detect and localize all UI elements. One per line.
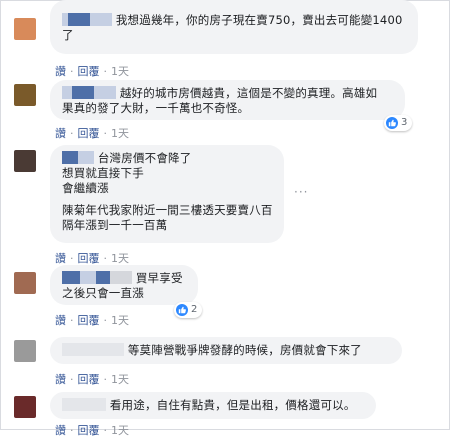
comment-text: 之後只會一直漲 [62,286,144,300]
redacted-name [62,271,80,284]
comment-text: 會繼續漲 [62,181,109,195]
redacted-name [90,13,112,26]
comment-actions: 讚 · 回覆 · 1天 [55,65,129,78]
redacted-name [62,151,78,164]
like-link[interactable]: 讚 [55,373,66,386]
redacted-name [110,271,132,284]
reply-link[interactable]: 回覆 [78,252,100,265]
avatar[interactable] [14,396,36,418]
comment-text: 買早享受 [62,271,186,286]
comment-text: 看用途，自住有點貴，但是出租，價格還可以。 [62,398,364,413]
comment-bubble: 我想過幾年，你的房子現在賣750，賣出去可能變1400 了 [50,0,418,54]
like-reaction-icon [386,117,398,129]
redacted-name [72,86,94,99]
comment-text: 果真的發了大財，一千萬也不奇怪。 [62,101,250,115]
comment-text: 我想過幾年，你的房子現在賣750，賣出去可能變1400 [62,13,406,28]
redacted-name [62,86,72,99]
comment-actions: 讚 · 回覆 · 1天 [55,252,129,265]
comment-text: 想買就直接下手 [62,166,144,180]
redacted-name [80,271,96,284]
comment-text: 陳菊年代我家附近一間三樓透天要賣八百 [62,203,273,217]
comment-text: 等莫陣營戰爭牌發酵的時候，房價就會下來了 [62,343,390,358]
comment-time[interactable]: 1天 [111,127,129,140]
more-options-icon[interactable]: ··· [294,185,308,199]
comment-bubble: 越好的城市房價越貴，這個是不變的真理。高雄如 果真的發了大財，一千萬也不奇怪。 [50,80,405,120]
comment-text: 隔年漲到一千一百萬 [62,218,168,232]
comment-time[interactable]: 1天 [111,424,129,437]
like-link[interactable]: 讚 [55,424,66,437]
comment-text: 台灣房價不會降了 [62,151,272,166]
reply-link[interactable]: 回覆 [78,424,100,437]
like-reaction-icon [176,304,188,316]
redacted-name [78,151,94,164]
comment-bubble: 台灣房價不會降了 想買就直接下手 會繼續漲 陳菊年代我家附近一間三樓透天要賣八百… [50,145,284,243]
like-link[interactable]: 讚 [55,252,66,265]
comment-bubble: 買早享受 之後只會一直漲 [50,265,198,305]
comment-text: 了 [62,28,74,42]
redacted-name [94,86,116,99]
redacted-name [96,271,110,284]
comment-bubble: 看用途，自住有點貴，但是出租，價格還可以。 [50,392,376,419]
avatar[interactable] [14,150,36,172]
like-link[interactable]: 讚 [55,65,66,78]
reply-link[interactable]: 回覆 [78,65,100,78]
redacted-name [68,13,90,26]
comment-actions: 讚 · 回覆 · 1天 [55,314,129,327]
reply-link[interactable]: 回覆 [78,127,100,140]
avatar[interactable] [14,340,36,362]
comment-bubble: 等莫陣營戰爭牌發酵的時候，房價就會下來了 [50,337,402,364]
like-link[interactable]: 讚 [55,314,66,327]
reply-link[interactable]: 回覆 [78,314,100,327]
redacted-name [62,343,124,356]
like-link[interactable]: 讚 [55,127,66,140]
comment-text: 越好的城市房價越貴，這個是不變的真理。高雄如 [62,86,393,101]
comment-time[interactable]: 1天 [111,252,129,265]
comment-time[interactable]: 1天 [111,373,129,386]
comment-actions: 讚 · 回覆 · 1天 [55,424,129,437]
comment-text [62,196,272,203]
avatar[interactable] [14,272,36,294]
comment-actions: 讚 · 回覆 · 1天 [55,127,129,140]
avatar[interactable] [14,84,36,106]
reaction-count[interactable]: 2 [174,302,203,318]
comment-actions: 讚 · 回覆 · 1天 [55,373,129,386]
comment-time[interactable]: 1天 [111,65,129,78]
comment-time[interactable]: 1天 [111,314,129,327]
reply-link[interactable]: 回覆 [78,373,100,386]
redacted-name [62,398,106,411]
reaction-count[interactable]: 3 [384,115,413,131]
avatar[interactable] [14,18,36,40]
